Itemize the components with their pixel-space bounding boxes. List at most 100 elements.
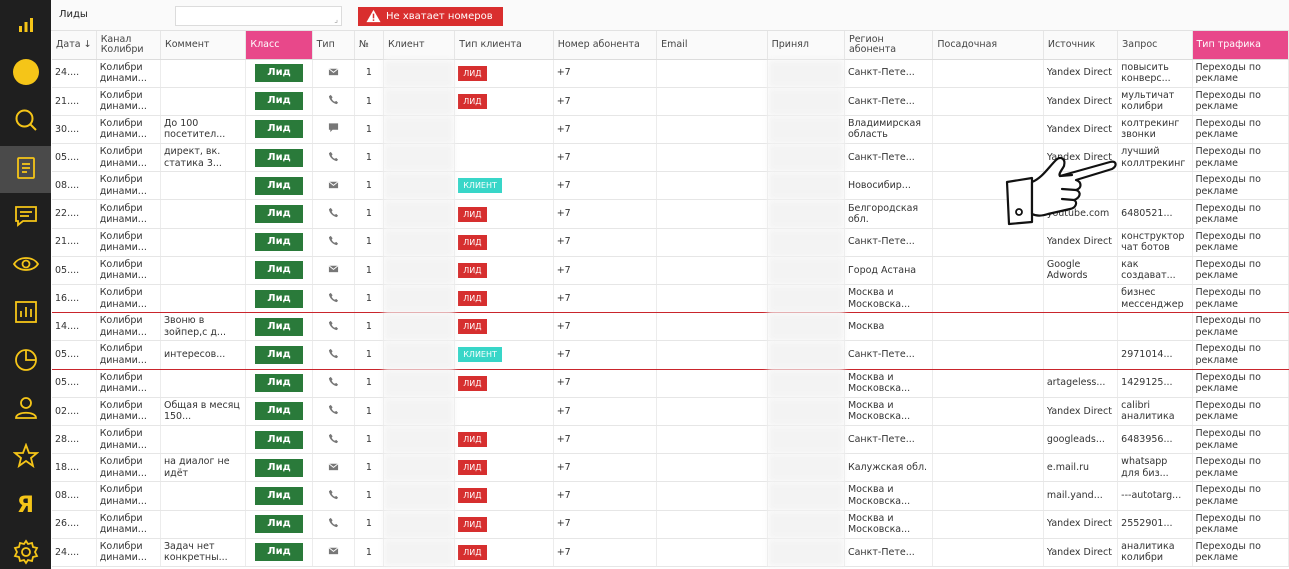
column-header[interactable]: Источник [1043,31,1119,60]
sidebar-item-document[interactable] [0,146,51,193]
table-row[interactable]: 05.... Колибри динами... Лид 1 ЛИД +7 Москва и… [52,369,1289,398]
comment-cell[interactable]: интересов... [160,340,247,370]
client-type-badge[interactable]: ЛИД [458,291,487,307]
lead-class-button[interactable]: Лид [254,261,303,280]
column-header[interactable]: Тип трафика [1192,31,1289,60]
lead-class-button[interactable]: Лид [254,458,303,477]
client-type-badge[interactable]: КЛИЕНТ [458,347,502,363]
lead-class-button[interactable]: Лид [254,148,303,167]
client-type-badge[interactable]: ЛИД [458,206,487,222]
comment-cell[interactable] [160,425,247,455]
client-type-badge[interactable]: ЛИД [458,516,487,532]
table-row[interactable]: 26.... Колибри динами... Лид 1 ЛИД +7 Москва и… [52,510,1289,539]
lead-class-button[interactable]: Лид [254,120,303,139]
table-row[interactable]: 16.... Колибри динами... Лид 1 ЛИД +7 Москва и… [52,283,1289,314]
type-cell [312,312,355,342]
comment-cell[interactable] [160,481,247,511]
column-header[interactable]: Принял [767,31,845,60]
comment-cell[interactable] [160,283,247,314]
column-header[interactable]: Класс [245,31,313,60]
lead-class-button[interactable]: Лид [254,289,303,308]
table-row[interactable]: 02.... Колибри динами... Общая в месяц 150… [52,397,1289,426]
sidebar-item-user[interactable] [0,386,51,433]
client-type-badge[interactable]: ЛИД [458,319,487,335]
column-header[interactable]: Номер абонента [553,31,658,60]
column-header[interactable]: Тип клиента [454,31,554,60]
column-header[interactable]: № [354,31,384,60]
table-row[interactable]: 24.... Колибри динами... Лид 1 ЛИД +7 Санкт-Пе… [52,59,1289,88]
sidebar-item-eye[interactable] [0,242,51,289]
sidebar-item-search[interactable] [0,98,51,145]
client-type-badge[interactable]: ЛИД [458,65,487,81]
sidebar-item-yandex[interactable]: Я [0,482,51,529]
comment-cell[interactable] [160,171,247,201]
comment-cell[interactable]: До 100 посетител... [160,115,247,145]
client-type-badge[interactable]: КЛИЕНТ [458,178,502,194]
table-row[interactable]: 28.... Колибри динами... Лид 1 ЛИД +7 Санкт-Пе… [52,425,1289,455]
number-cell-text: 1 [365,151,372,163]
comment-cell[interactable] [160,228,247,257]
client-type-cell: ЛИД [454,481,554,511]
lead-class-button[interactable]: Лид [254,233,303,252]
missing-numbers-alert[interactable]: Не хватает номеров [358,7,503,26]
lead-class-button[interactable]: Лид [254,345,303,364]
table-row[interactable]: 24.... Колибри динами... Задач нет конкрет… [52,538,1289,567]
lead-class-button[interactable]: Лид [254,430,303,449]
lead-class-button[interactable]: Лид [254,543,303,562]
comment-cell[interactable]: Задач нет конкретны... [160,538,247,567]
lead-class-button[interactable]: Лид [254,374,303,393]
column-header[interactable]: Email [656,31,768,60]
column-header[interactable]: Запрос [1117,31,1193,60]
client-type-badge[interactable]: ЛИД [458,432,487,448]
column-header[interactable]: Регион абонента [844,31,934,60]
sidebar-item-stats-logo[interactable] [0,2,51,49]
comment-cell[interactable]: на диалог не идёт [160,453,247,483]
table-row[interactable]: 14.... Колибри динами... Звоню в зойпер,с … [52,312,1289,342]
sidebar-item-star[interactable] [0,434,51,481]
client-type-badge[interactable]: ЛИД [458,488,487,504]
column-header[interactable]: Клиент [383,31,456,60]
sidebar-item-bar-chart[interactable] [0,290,51,337]
lead-class-button[interactable]: Лид [254,486,303,505]
lead-class-button[interactable]: Лид [254,317,303,336]
lead-class-button[interactable]: Лид [254,64,303,83]
table-row[interactable]: 05.... Колибри динами... Лид 1 ЛИД +7 Город Ас… [52,256,1289,286]
comment-cell[interactable]: Общая в месяц 150... [160,397,247,426]
comment-cell[interactable] [160,369,247,398]
lead-class-button[interactable]: Лид [254,205,303,224]
sidebar-item-yellow-circle[interactable] [0,50,51,97]
lead-class-button[interactable]: Лид [254,402,303,421]
table-row[interactable]: 21.... Колибри динами... Лид 1 ЛИД +7 Санкт-Пе… [52,228,1289,257]
sidebar-item-gear[interactable] [0,530,51,569]
column-header[interactable]: Канал Колибри [96,31,161,60]
lead-class-button[interactable]: Лид [254,176,303,195]
comment-cell[interactable] [160,199,247,229]
column-header[interactable]: Тип [312,31,355,60]
comment-cell[interactable] [160,59,247,88]
lead-class-button[interactable]: Лид [254,515,303,534]
table-row[interactable]: 08.... Колибри динами... Лид 1 ЛИД +7 Москва и… [52,481,1289,511]
lead-class-button[interactable]: Лид [254,92,303,111]
sidebar-item-pie-chart[interactable] [0,338,51,385]
client-type-badge[interactable]: ЛИД [458,375,487,391]
client-type-badge[interactable]: ЛИД [458,93,487,109]
comment-cell[interactable] [160,256,247,286]
client-type-badge[interactable]: ЛИД [458,262,487,278]
client-type-badge[interactable]: ЛИД [458,234,487,250]
sidebar-item-chat[interactable] [0,194,51,241]
search-input[interactable] [175,6,342,26]
column-header[interactable]: Дата ↓ [52,31,97,60]
client-type-badge[interactable]: ЛИД [458,544,487,560]
column-header[interactable]: Посадочная [932,31,1044,60]
client-type-badge[interactable]: ЛИД [458,460,487,476]
table-row[interactable]: 05.... Колибри динами... интересов... Лид 1 К… [52,340,1289,370]
comment-cell[interactable]: директ, вк. статика 3... [160,143,247,173]
comment-cell[interactable] [160,87,247,116]
table-row[interactable]: 21.... Колибри динами... Лид 1 ЛИД +7 Санкт-Пе… [52,87,1289,116]
column-header[interactable]: Коммент [160,31,247,60]
comment-cell[interactable] [160,510,247,539]
table-row[interactable]: 30.... Колибри динами... До 100 посетител.… [52,115,1289,145]
table-row[interactable]: 18.... Колибри динами... на диалог не идёт… [52,453,1289,483]
comment-cell[interactable]: Звоню в зойпер,с д... [160,312,247,342]
type-cell [312,228,355,257]
